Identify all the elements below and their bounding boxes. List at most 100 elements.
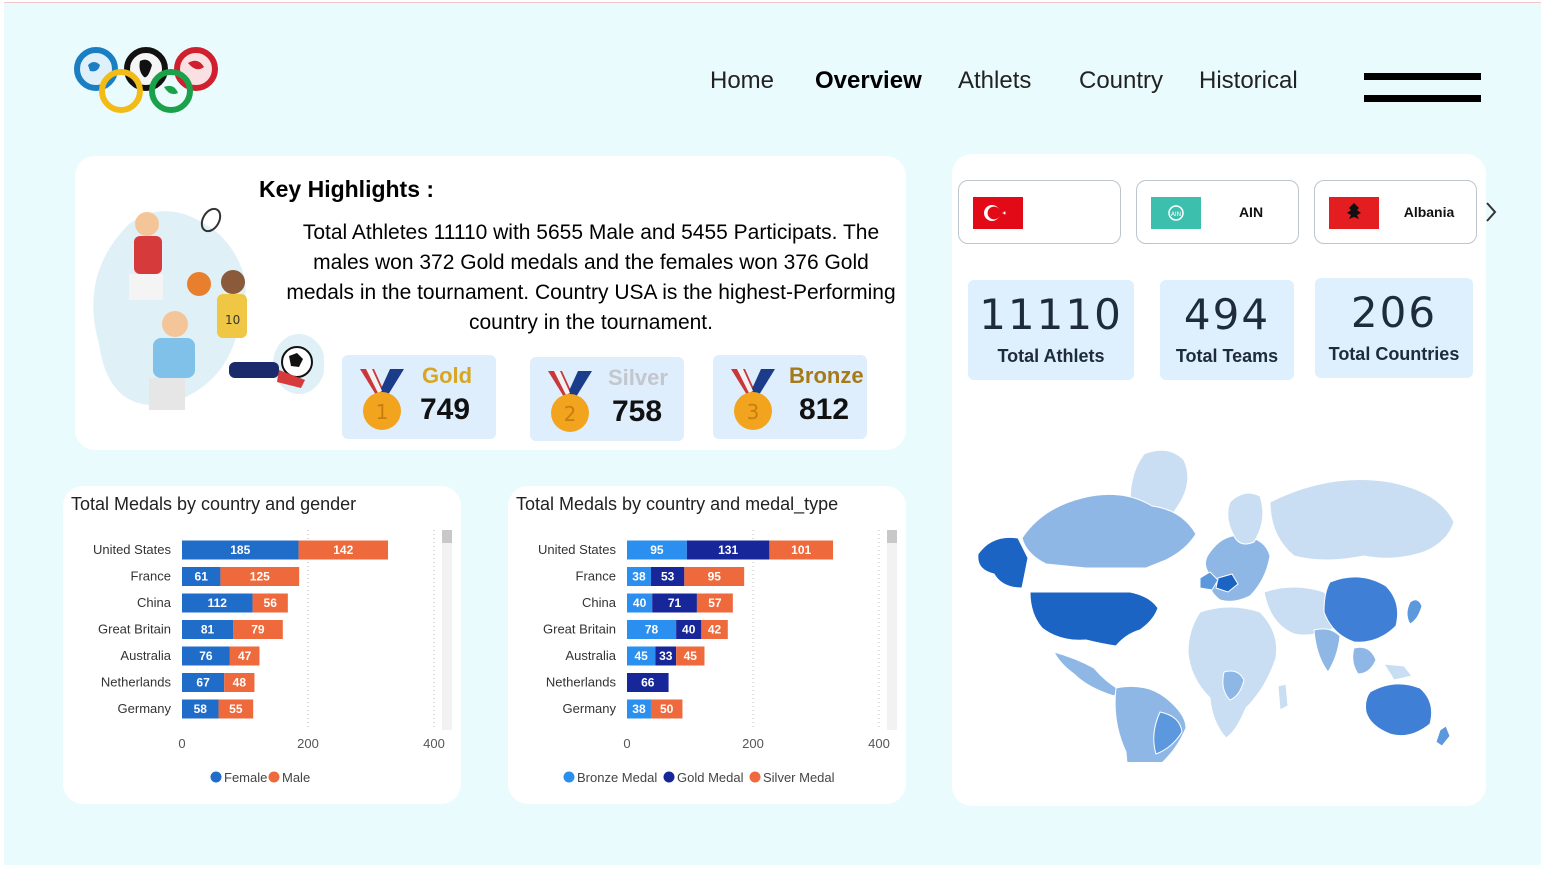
nav-overview[interactable]: Overview [815,67,922,95]
legend-label[interactable]: Silver Medal [763,770,835,785]
data-label: 40 [682,623,696,637]
data-label: 55 [229,702,243,716]
legend-marker [749,771,761,783]
data-label: 81 [201,623,215,637]
data-label: 33 [659,649,673,663]
category-label: France [131,569,171,584]
highlights-text: Total Athletes 11110 with 5655 Male and … [286,221,896,334]
svg-text:1: 1 [376,400,389,424]
legend-marker [268,771,280,783]
country-chip-turkey[interactable] [958,180,1121,244]
svg-text:3: 3 [747,400,760,424]
category-label: China [582,595,617,610]
world-map[interactable] [974,442,1458,762]
data-label: 142 [333,543,353,557]
scrollbar-thumb[interactable] [887,530,897,543]
medals-by-type-chart: United States 95 131 101 France 38 53 95 China 40… [538,530,897,785]
legend-marker [210,771,222,783]
chart-scrollbar[interactable] [442,530,452,730]
data-label: 95 [708,570,722,584]
top-nav: Home Overview Athlets Country Historical [4,67,1541,101]
kpi-total-athlets: 11110 Total Athlets [968,280,1134,380]
menu-icon[interactable] [1364,73,1481,107]
key-highlights-card: 10 Key Highlights : Total Athletes 11110… [75,156,906,450]
legend-label[interactable]: Female [224,770,267,785]
medals-by-gender-card: Total Medals by country and gender Unite… [63,486,461,804]
kpi-label: Total Countries [1328,344,1460,364]
nav-home[interactable]: Home [710,67,774,95]
data-label: 45 [634,649,648,663]
category-label: United States [538,542,617,557]
albania-flag-icon [1329,197,1379,229]
data-label: 76 [199,649,213,663]
category-label: Netherlands [101,675,172,690]
data-label: 67 [196,676,210,690]
kpi-value: 494 [1183,290,1271,339]
data-label: 38 [632,570,646,584]
kpi-value: 11110 [979,290,1123,339]
highlights-title: Key Highlights : [259,176,435,202]
data-label: 40 [633,596,647,610]
category-label: Great Britain [98,622,171,637]
svg-text:2: 2 [564,402,577,426]
x-tick-label: 0 [178,736,185,751]
category-label: France [576,569,616,584]
data-label: 38 [632,702,646,716]
kpi-total-teams: 494 Total Teams [1160,280,1294,380]
svg-text:10: 10 [225,313,240,327]
category-label: Germany [118,701,172,716]
category-label: Australia [565,648,616,663]
kpi-total-countries: 206 Total Countries [1315,278,1473,378]
gold-medal-card: 1 Gold 749 [342,355,496,439]
chart-scrollbar[interactable] [887,530,897,730]
medals-by-type-card: Total Medals by country and medal_type U… [508,486,906,804]
data-label: 61 [195,570,209,584]
silver-medal-icon: 2 [548,371,592,432]
data-label: 45 [684,649,698,663]
country-chip-ain[interactable]: AIN AIN [1136,180,1299,244]
category-label: United States [93,542,172,557]
data-label: 57 [708,596,722,610]
dashboard-canvas: Home Overview Athlets Country Historical… [4,2,1541,865]
nav-country[interactable]: Country [1079,67,1163,95]
legend-label[interactable]: Male [282,770,310,785]
bronze-label: Bronze [789,363,864,388]
data-label: 42 [708,623,722,637]
category-label: Germany [563,701,617,716]
data-label: 71 [668,596,682,610]
data-label: 58 [194,702,208,716]
category-label: Australia [120,648,171,663]
bronze-medal-card: 3 Bronze 812 [713,355,867,439]
data-label: 131 [718,543,738,557]
gold-label: Gold [422,363,473,388]
scrollbar-thumb[interactable] [442,530,452,543]
category-label: Great Britain [543,622,616,637]
data-label: 185 [230,543,250,557]
chevron-right-icon[interactable] [1484,200,1498,224]
kpi-value: 206 [1350,288,1438,337]
country-name: AIN [1238,204,1264,220]
turkey-flag-icon [973,197,1023,229]
nav-athlets[interactable]: Athlets [958,67,1031,95]
silver-value: 758 [612,395,663,428]
gold-medal-icon: 1 [360,369,404,430]
legend-label[interactable]: Gold Medal [677,770,744,785]
country-name: Albania [1403,204,1455,220]
category-label: China [137,595,172,610]
medals-by-gender-chart: United States 185 142 France 61 125 China 112 56… [93,530,452,785]
legend-label[interactable]: Bronze Medal [577,770,657,785]
data-label: 79 [251,623,265,637]
x-tick-label: 400 [868,736,890,751]
gold-value: 749 [420,393,471,426]
data-label: 95 [650,543,664,557]
kpi-label: Total Teams [1175,346,1279,366]
country-panel: AIN AIN Albania 11110 Total Athlets 494 … [952,154,1497,806]
data-label: 56 [264,596,278,610]
data-label: 50 [660,702,674,716]
data-label: 125 [250,570,270,584]
legend-marker [663,771,675,783]
nav-historical[interactable]: Historical [1199,67,1298,95]
data-label: 78 [645,623,659,637]
country-chip-albania[interactable]: Albania [1314,180,1477,244]
data-label: 112 [208,596,228,610]
